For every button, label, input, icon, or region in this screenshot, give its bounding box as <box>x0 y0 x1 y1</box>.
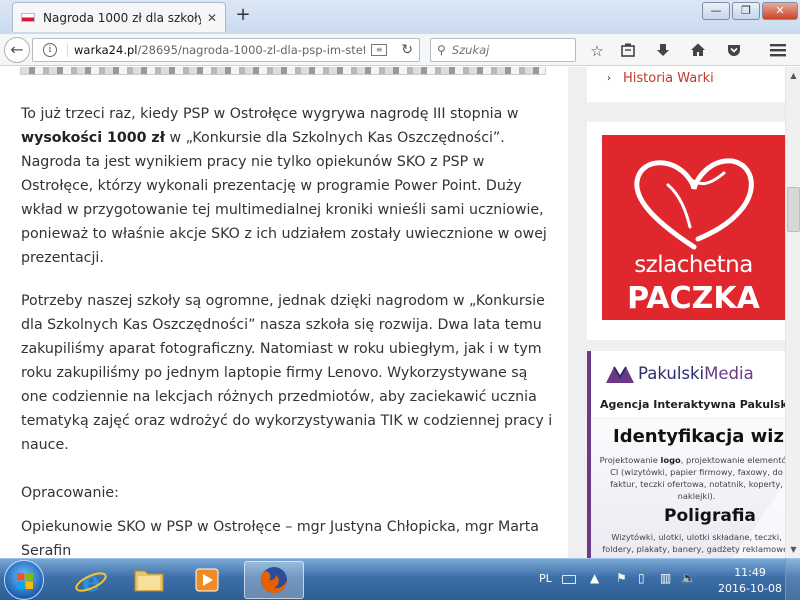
article-image-bottom-edge <box>20 67 546 75</box>
url-domain: warka24.pl <box>74 43 138 57</box>
sidebar: › Historia Warki szlachetna PACZKA Pakul… <box>568 67 785 558</box>
pocket-icon[interactable] <box>724 42 744 60</box>
taskbar-windows-explorer[interactable] <box>122 561 176 599</box>
heart-ribbon-icon <box>634 158 754 250</box>
article-paragraph-3: Opracowanie: <box>21 485 119 501</box>
article-column: To już trzeci raz, kiedy PSP w Ostrołęce… <box>0 67 568 558</box>
reader-view-icon[interactable]: ≡ <box>371 44 388 56</box>
system-tray: PL ▲ ⚑ ▯ ▥ 🔈 11:49 2016-10-08 <box>530 559 800 600</box>
banner-text-paczka: PACZKA <box>627 281 760 316</box>
ad-brand-main: Pakulski <box>638 364 705 383</box>
chevron-right-icon: › <box>607 73 611 84</box>
ad-heading-identyfikacja: Identyfikacja wizualna <box>613 426 785 447</box>
search-bar[interactable]: ⚲ <box>430 38 576 62</box>
download-icon[interactable] <box>653 42 673 60</box>
favicon-flag-icon <box>21 13 35 22</box>
navigation-toolbar: ← i warka24.pl/28695/nagroda-1000-zl-dla… <box>0 34 800 66</box>
taskbar-firefox[interactable] <box>244 561 304 599</box>
back-button[interactable]: ← <box>4 37 30 63</box>
info-icon[interactable]: i <box>43 43 57 57</box>
ad-brand: PakulskiMedia <box>638 364 754 383</box>
url-path: /28695/nagroda-1000-zl-dla-psp-im-stef <box>137 43 366 57</box>
keyboard-icon[interactable] <box>562 575 576 584</box>
ad-text1-bold: logo <box>660 455 681 465</box>
svg-text:e: e <box>82 565 100 598</box>
page-scrollbar[interactable]: ▲ ▼ <box>785 67 800 558</box>
tab-title: Nagroda 1000 zł dla szkoły ... <box>43 10 201 25</box>
page-viewport: To już trzeci raz, kiedy PSP w Ostrołęce… <box>0 67 785 558</box>
ad-tagline: Agencja Interaktywna Pakulski Media <box>600 398 785 411</box>
sidebar-link-historia-warki[interactable]: › Historia Warki <box>607 71 714 86</box>
search-icon: ⚲ <box>437 43 446 57</box>
sidebar-banner-box: szlachetna PACZKA <box>587 122 785 340</box>
clock-time[interactable]: 11:49 <box>720 566 780 579</box>
window-maximize-button[interactable]: ❐ <box>732 2 760 20</box>
window-close-button[interactable]: ✕ <box>762 2 798 20</box>
clock-date[interactable]: 2016-10-08 <box>716 582 784 595</box>
szlachetna-paczka-banner[interactable]: szlachetna PACZKA <box>602 135 785 320</box>
para1-bold-amount: wysokości 1000 zł <box>21 130 165 146</box>
article-paragraph-1: To już trzeci raz, kiedy PSP w Ostrołęce… <box>21 102 553 270</box>
url-text[interactable]: warka24.pl/28695/nagroda-1000-zl-dla-psp… <box>67 43 365 57</box>
address-bar[interactable]: i warka24.pl/28695/nagroda-1000-zl-dla-p… <box>32 38 420 62</box>
article-paragraph-2: Potrzeby naszej szkoły są ogromne, jedna… <box>21 293 553 453</box>
network-icon[interactable]: ▥ <box>660 571 671 585</box>
ad-text-identyfikacja: Projektowanie logo, projektowanie elemen… <box>599 454 785 502</box>
menu-icon[interactable] <box>768 42 788 60</box>
windows-logo-icon <box>17 573 33 589</box>
taskbar-media-player[interactable] <box>180 561 234 599</box>
scroll-down-arrow-icon[interactable]: ▼ <box>786 541 800 558</box>
banner-text-szlachetna: szlachetna <box>634 252 753 278</box>
ad-header: PakulskiMedia Agencja Interaktywna Pakul… <box>591 351 785 419</box>
tab-strip: Nagroda 1000 zł dla szkoły ... ✕ + — ❐ ✕ <box>0 0 800 34</box>
new-tab-button[interactable]: + <box>232 5 254 27</box>
back-arrow-icon: ← <box>10 40 24 59</box>
volume-icon[interactable]: 🔈 <box>681 571 696 585</box>
ad-brand-accent: Media <box>704 364 754 383</box>
scroll-up-arrow-icon[interactable]: ▲ <box>786 67 800 84</box>
ad-body: Identyfikacja wizualna Projektowanie log… <box>591 420 785 558</box>
start-button[interactable] <box>4 560 44 600</box>
article-paragraph-4: Opiekunowie SKO w PSP w Ostrołęce – mgr … <box>21 519 539 558</box>
sidebar-link-label: Historia Warki <box>623 71 714 86</box>
para1-lead: To już trzeci raz, kiedy PSP w Ostrołęce… <box>21 106 519 122</box>
window-minimize-button[interactable]: — <box>702 2 730 20</box>
reading-list-icon[interactable] <box>618 42 638 60</box>
taskbar-internet-explorer[interactable]: e <box>64 561 118 599</box>
scroll-thumb[interactable] <box>787 187 800 232</box>
pakulski-media-ad[interactable]: PakulskiMedia Agencja Interaktywna Pakul… <box>587 351 785 558</box>
reload-icon[interactable]: ↻ <box>401 42 413 58</box>
bookmark-star-icon[interactable]: ☆ <box>587 42 607 60</box>
tab-close-icon[interactable]: ✕ <box>207 11 217 25</box>
tray-expand-icon[interactable]: ▲ <box>590 571 599 585</box>
action-center-flag-icon[interactable]: ⚑ <box>616 571 627 585</box>
ad-heading-poligrafia: Poligrafia <box>664 506 756 526</box>
language-indicator[interactable]: PL <box>539 572 552 585</box>
folder-icon <box>134 570 164 592</box>
ad-text1-pre: Projektowanie <box>599 455 661 465</box>
media-player-icon <box>195 568 219 592</box>
internet-explorer-icon: e <box>75 565 107 598</box>
pakulski-logo-icon <box>606 366 634 383</box>
active-tab[interactable]: Nagroda 1000 zł dla szkoły ... ✕ <box>12 2 226 32</box>
firefox-icon <box>260 567 287 593</box>
para1-rest: w „Konkursie dla Szkolnych Kas Oszczędno… <box>21 130 547 266</box>
show-desktop-button[interactable] <box>785 559 800 600</box>
sidebar-links-box: › Historia Warki <box>587 67 785 102</box>
windows-taskbar: e PL ▲ ⚑ ▯ ▥ 🔈 11:49 2016-10-08 <box>0 558 800 600</box>
search-input[interactable] <box>451 43 562 57</box>
battery-icon[interactable]: ▯ <box>638 571 645 585</box>
ad-text-poligrafia: Wizytówki, ulotki, ulotki składane, tecz… <box>602 532 785 554</box>
home-icon[interactable] <box>688 42 708 60</box>
